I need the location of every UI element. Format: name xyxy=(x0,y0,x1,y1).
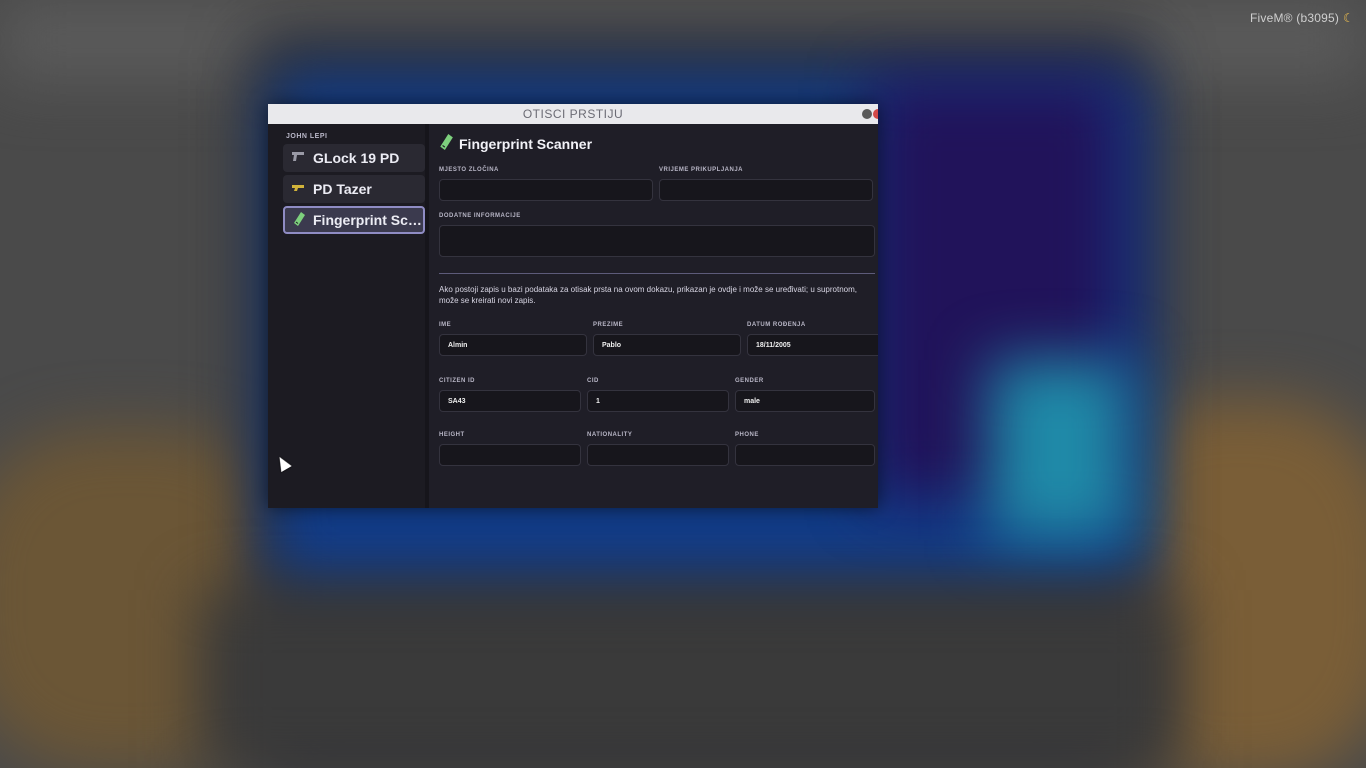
birth-date-input[interactable]: 18/11/2005 xyxy=(747,334,878,356)
gender-label: GENDER xyxy=(735,378,764,384)
first-name-input[interactable]: Almin xyxy=(439,334,587,356)
window-title: OTISCI PRSTIJU xyxy=(522,107,624,121)
nationality-input[interactable] xyxy=(587,444,729,466)
panel-title-text: Fingerprint Scanner xyxy=(459,135,593,152)
height-input[interactable] xyxy=(439,444,581,466)
cid-input[interactable]: 1 xyxy=(587,390,729,412)
fingerprint-scanner-icon xyxy=(291,211,307,229)
collection-time-label: VRIJEME PRIKUPLJANJA xyxy=(659,167,744,173)
sidebar-item-tazer[interactable]: PD Tazer xyxy=(283,175,425,203)
height-label: HEIGHT xyxy=(439,432,465,438)
close-button[interactable] xyxy=(873,109,878,119)
sidebar-owner: JOHN LEPI xyxy=(286,133,328,140)
panel-title: Fingerprint Scanner xyxy=(439,134,878,153)
bg-laptop-base xyxy=(200,590,1180,768)
bg-screen-cyan xyxy=(990,360,1130,540)
cid-label: CID xyxy=(587,378,599,384)
citizen-id-label: CITIZEN ID xyxy=(439,378,475,384)
sidebar-item-label: PD Tazer xyxy=(313,181,372,197)
additional-info-label: DODATNE INFORMACIJE xyxy=(439,213,521,219)
minimize-button[interactable] xyxy=(862,109,872,119)
phone-input[interactable] xyxy=(735,444,875,466)
window-titlebar[interactable]: OTISCI PRSTIJU xyxy=(268,104,878,124)
evidence-sidebar: JOHN LEPI GLock 19 PD PD Tazer Fingerpri… xyxy=(268,124,429,508)
fingerprint-window: OTISCI PRSTIJU JOHN LEPI GLock 19 PD PD … xyxy=(268,104,878,508)
last-name-label: PREZIME xyxy=(593,322,624,328)
last-name-input[interactable]: Pablo xyxy=(593,334,741,356)
record-note: Ako postoji zapis u bazi podataka za oti… xyxy=(439,285,858,305)
collection-time-input[interactable] xyxy=(659,179,873,201)
nationality-label: NATIONALITY xyxy=(587,432,633,438)
additional-info-input[interactable] xyxy=(439,225,875,257)
moon-icon: ☾ xyxy=(1343,11,1354,25)
birth-date-label: DATUM ROĐENJA xyxy=(747,322,806,328)
crime-location-label: MJESTO ZLOČINA xyxy=(439,167,499,173)
phone-label: PHONE xyxy=(735,432,759,438)
taser-icon xyxy=(289,182,307,196)
fingerprint-scanner-icon xyxy=(439,134,453,153)
gender-input[interactable]: male xyxy=(735,390,875,412)
scanner-panel: Fingerprint Scanner MJESTO ZLOČINA VRIJE… xyxy=(429,124,878,508)
sidebar-item-fingerprint-scanner[interactable]: Fingerprint Scanner xyxy=(283,206,425,234)
crime-location-input[interactable] xyxy=(439,179,653,201)
sidebar-item-glock[interactable]: GLock 19 PD xyxy=(283,144,425,172)
sidebar-item-label: GLock 19 PD xyxy=(313,150,400,166)
citizen-id-input[interactable]: SA43 xyxy=(439,390,581,412)
sidebar-item-label: Fingerprint Scanner xyxy=(313,212,423,228)
fivem-build-text: FiveM® (b3095) xyxy=(1250,11,1340,25)
first-name-label: IME xyxy=(439,322,452,328)
section-divider xyxy=(439,273,875,274)
fivem-build-tag: FiveM® (b3095) ☾ xyxy=(1250,11,1354,25)
pistol-icon xyxy=(289,151,307,165)
